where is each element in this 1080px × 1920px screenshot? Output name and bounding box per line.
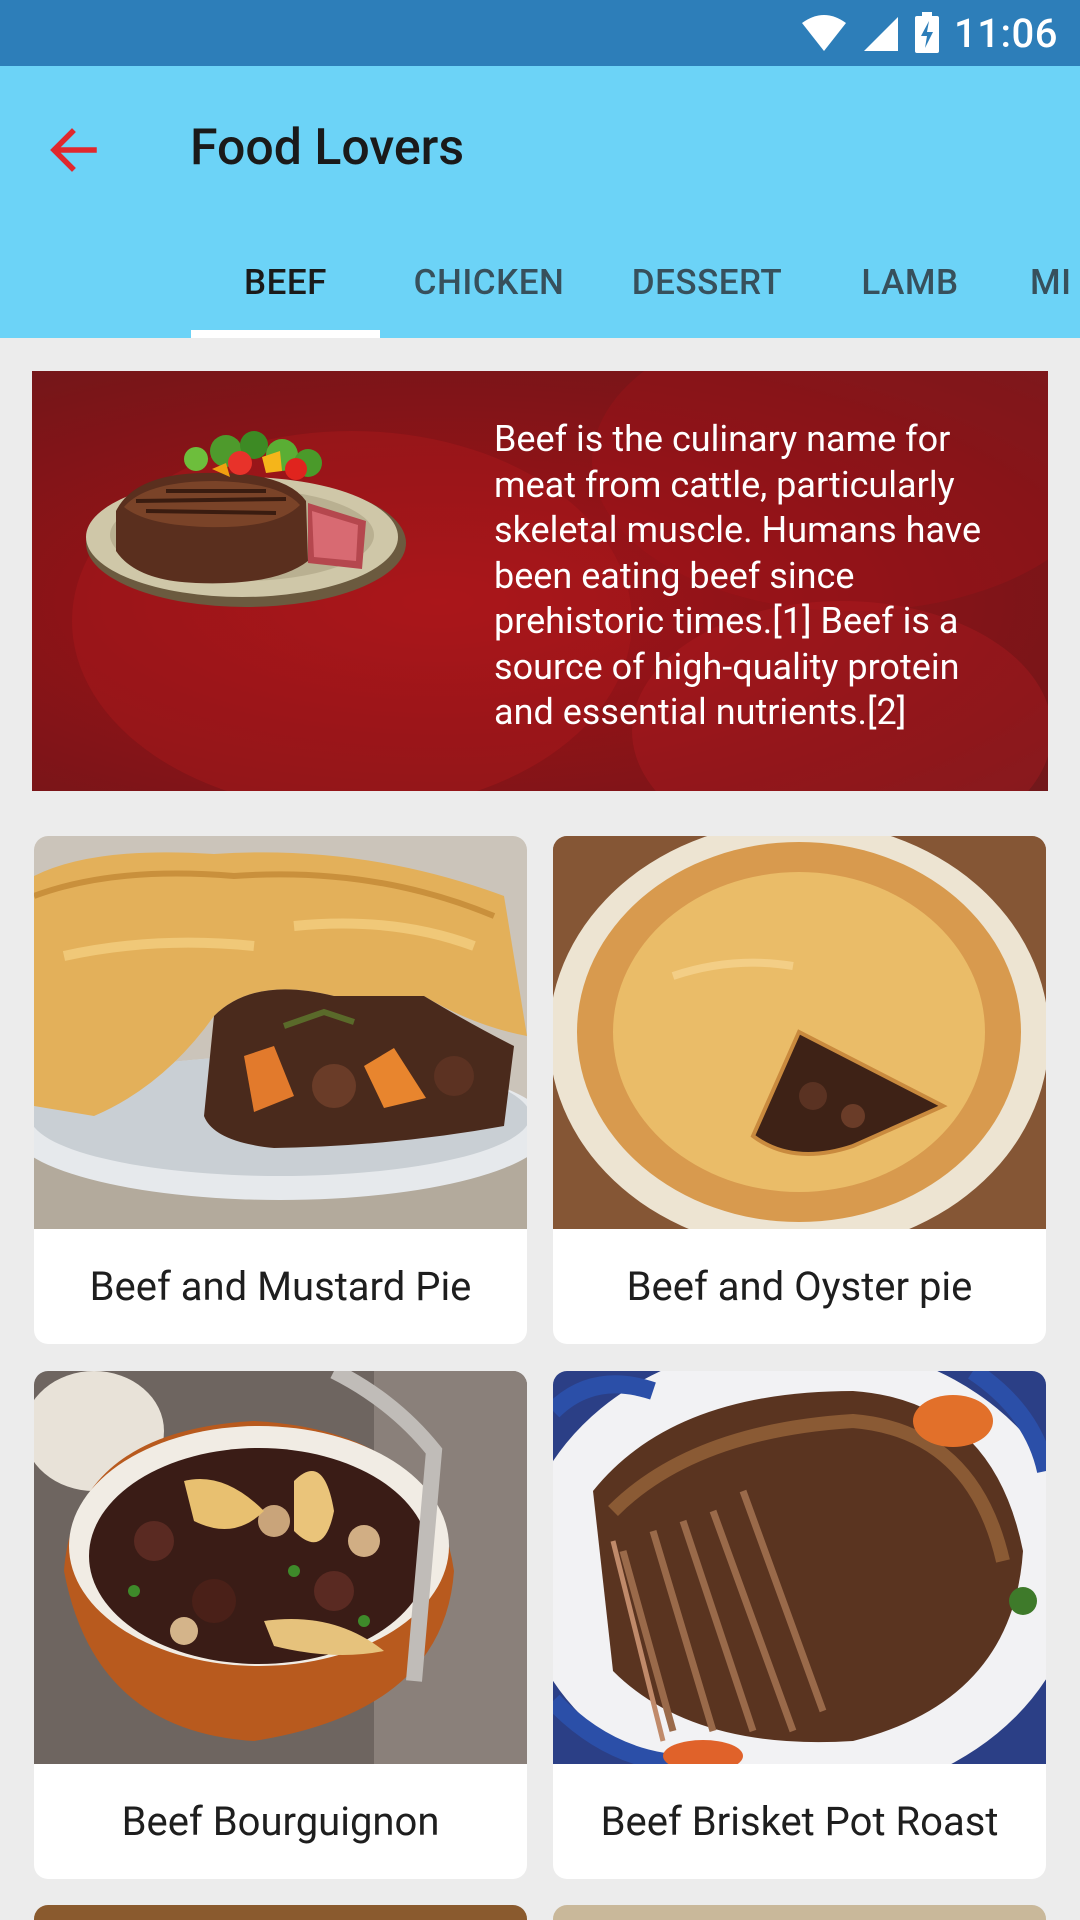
meal-image — [34, 836, 527, 1229]
tab-beef[interactable]: BEEF — [191, 226, 380, 338]
meal-card[interactable]: Beef Brisket Pot Roast — [553, 1371, 1046, 1879]
status-bar: 11:06 — [0, 0, 1080, 66]
meal-name: Beef and Mustard Pie — [89, 1263, 472, 1310]
tab-lamb[interactable]: LAMB — [840, 226, 980, 338]
app-title: Food Lovers — [190, 119, 465, 177]
tab-indicator — [191, 330, 380, 338]
meal-name: Beef Bourguignon — [121, 1798, 440, 1845]
meal-card-peek — [553, 1905, 1046, 1920]
category-description: Beef is the culinary name for meat from … — [494, 418, 982, 733]
meal-image — [553, 1371, 1046, 1764]
tab-misc[interactable]: MI — [1030, 226, 1080, 338]
meal-image — [553, 836, 1046, 1229]
status-icons: 11:06 — [800, 8, 1058, 58]
meal-name: Beef and Oyster pie — [626, 1263, 973, 1310]
tab-chicken[interactable]: CHICKEN — [400, 226, 578, 338]
meal-card[interactable]: Beef Bourguignon — [34, 1371, 527, 1879]
category-banner: Beef is the culinary name for meat from … — [32, 371, 1048, 791]
meal-card[interactable]: Beef and Mustard Pie — [34, 836, 527, 1344]
signal-icon — [864, 17, 899, 51]
meal-card-peek — [34, 1905, 527, 1920]
battery-charging-icon — [915, 12, 940, 53]
status-time: 11:06 — [954, 9, 1058, 57]
app-bar: Food Lovers BEEF CHICKEN DESSERT LAMB MI — [0, 66, 1080, 338]
category-tabs: BEEF CHICKEN DESSERT LAMB MI — [0, 226, 1080, 338]
steak-plate-image — [86, 431, 406, 607]
meal-image — [34, 1371, 527, 1764]
tab-dessert[interactable]: DESSERT — [614, 226, 800, 338]
meal-card[interactable]: Beef and Oyster pie — [553, 836, 1046, 1344]
back-button[interactable] — [34, 110, 114, 190]
arrow-left-icon — [50, 128, 97, 172]
meal-name: Beef Brisket Pot Roast — [600, 1798, 999, 1845]
wifi-icon — [802, 15, 847, 51]
